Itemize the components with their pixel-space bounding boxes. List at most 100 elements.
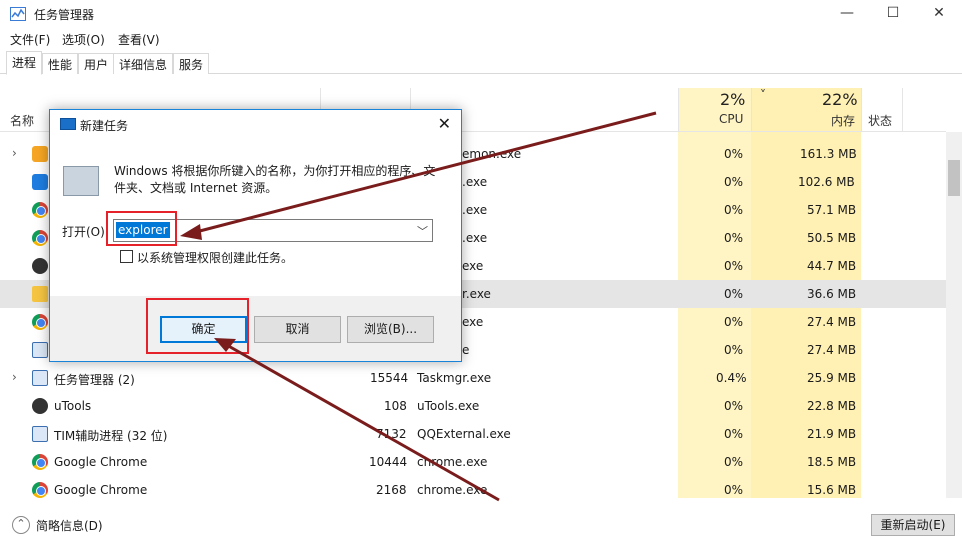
row-memory: 22.8 MB [807, 399, 857, 413]
row-cpu: 0% [724, 203, 744, 217]
dialog-description: Windows 将根据你所键入的名称，为你打开相应的程序、文件夹、文档或 Int… [114, 164, 436, 195]
column-divider[interactable] [902, 88, 903, 132]
close-button[interactable]: ✕ [916, 0, 962, 28]
row-cpu: 0% [724, 231, 744, 245]
table-row[interactable]: › 任务管理器 (2) 15544 Taskmgr.exe 0.4% 25.9 … [0, 364, 946, 392]
row-memory: 102.6 MB [798, 175, 855, 189]
row-cpu: 0% [724, 287, 744, 301]
expand-icon[interactable]: › [12, 146, 17, 160]
row-memory: 57.1 MB [807, 203, 857, 217]
tab-strip: 进程 性能 用户 详细信息 服务 [0, 51, 962, 75]
menu-options[interactable]: 选项(O) [62, 31, 105, 48]
dialog-close-button[interactable]: ✕ [438, 114, 451, 133]
row-memory: 21.9 MB [807, 427, 857, 441]
row-cpu: 0% [724, 175, 744, 189]
header-cpu[interactable]: CPU [719, 112, 743, 126]
app-icon [32, 146, 48, 162]
admin-checkbox[interactable] [120, 250, 133, 263]
row-pid: 2168 [376, 483, 407, 497]
expand-icon[interactable]: › [12, 370, 17, 384]
cancel-button[interactable]: 取消 [254, 316, 341, 343]
row-image: Taskmgr.exe [417, 371, 492, 385]
row-memory: 161.3 MB [800, 147, 857, 161]
dialog-title-bar: 新建任务 ✕ [50, 110, 461, 139]
column-divider[interactable] [861, 88, 862, 132]
tab-details[interactable]: 详细信息 [113, 53, 174, 74]
row-image: .exe [462, 203, 488, 217]
restart-button[interactable]: 重新启动(E) [871, 514, 955, 536]
dialog-title: 新建任务 [80, 119, 129, 133]
annotation-box-ok [146, 298, 249, 354]
menu-view[interactable]: 查看(V) [118, 31, 160, 48]
minimize-button[interactable]: — [824, 0, 870, 28]
row-image: chrome.exe [417, 483, 488, 497]
chrome-icon [32, 482, 48, 498]
row-image: uTools.exe [417, 399, 480, 413]
table-row[interactable]: Google Chrome 2168 chrome.exe 0% 15.6 MB [0, 476, 946, 504]
tab-services[interactable]: 服务 [173, 53, 210, 74]
row-pid: 15544 [370, 371, 409, 385]
utools-icon [32, 258, 48, 274]
less-details-link[interactable]: 简略信息(D) [36, 517, 103, 534]
menu-file[interactable]: 文件(F) [10, 31, 50, 48]
row-cpu: 0.4% [716, 371, 747, 385]
row-image: chrome.exe [417, 455, 488, 469]
header-memory-percent[interactable]: 22% [822, 90, 858, 109]
row-pid: 7132 [376, 427, 407, 441]
chrome-icon [32, 454, 48, 470]
row-memory: 25.9 MB [807, 371, 857, 385]
maximize-button[interactable]: ☐ [870, 0, 916, 28]
scrollbar-thumb[interactable] [948, 160, 960, 196]
header-status[interactable]: 状态 [868, 112, 892, 129]
sort-indicator: ˅ [760, 88, 766, 102]
row-pid: 108 [384, 399, 407, 413]
utools-icon [32, 398, 48, 414]
row-image: QQExternal.exe [417, 427, 511, 441]
dialog-footer: 确定 取消 浏览(B)... [50, 296, 461, 361]
table-row[interactable]: uTools 108 uTools.exe 0% 22.8 MB [0, 392, 946, 420]
run-icon [60, 118, 76, 130]
browse-button[interactable]: 浏览(B)... [347, 316, 434, 343]
footer: ⌃ 简略信息(D) 重新启动(E) [0, 508, 962, 548]
chrome-icon [32, 202, 48, 218]
admin-checkbox-label[interactable]: 以系统管理权限创建此任务。 [137, 249, 293, 266]
table-row[interactable]: TIM辅助进程 (32 位) 7132 QQExternal.exe 0% 21… [0, 420, 946, 448]
row-cpu: 0% [724, 455, 744, 469]
row-image: e [462, 343, 470, 357]
row-cpu: 0% [724, 259, 744, 273]
window-title: 任务管理器 [34, 8, 95, 22]
row-pid: 10444 [369, 455, 408, 469]
row-name: TIM辅助进程 (32 位) [54, 429, 168, 443]
row-cpu: 0% [724, 399, 744, 413]
folder-icon [32, 286, 48, 302]
row-image: exe [462, 259, 484, 273]
header-memory[interactable]: 内存 [831, 112, 855, 129]
header-name[interactable]: 名称 [10, 112, 34, 129]
row-memory: 44.7 MB [807, 259, 857, 273]
row-cpu: 0% [724, 147, 744, 161]
row-image: exe [462, 315, 484, 329]
row-name: 任务管理器 (2) [54, 373, 135, 387]
row-name: Google Chrome [54, 483, 148, 497]
row-memory: 36.6 MB [807, 287, 857, 301]
row-memory: 18.5 MB [807, 455, 857, 469]
tab-performance[interactable]: 性能 [42, 53, 79, 74]
chrome-icon [32, 314, 48, 330]
collapse-icon[interactable]: ⌃ [12, 516, 30, 534]
column-divider[interactable] [751, 88, 752, 132]
column-divider[interactable] [678, 88, 679, 132]
row-memory: 15.6 MB [807, 483, 857, 497]
tim-icon [32, 426, 48, 442]
row-image: emon.exe [462, 147, 522, 161]
row-name: Google Chrome [54, 455, 148, 469]
tab-processes[interactable]: 进程 [6, 51, 43, 75]
vertical-scrollbar[interactable] [946, 132, 962, 498]
table-row[interactable]: Google Chrome 10444 chrome.exe 0% 18.5 M… [0, 448, 946, 476]
menu-bar: 文件(F) 选项(O) 查看(V) [0, 28, 962, 50]
row-memory: 27.4 MB [807, 315, 857, 329]
app-icon [32, 174, 48, 190]
tab-users[interactable]: 用户 [78, 53, 115, 74]
chevron-down-icon[interactable]: ﹀ [417, 223, 428, 239]
header-cpu-percent[interactable]: 2% [720, 90, 745, 109]
tim-icon [32, 342, 48, 358]
